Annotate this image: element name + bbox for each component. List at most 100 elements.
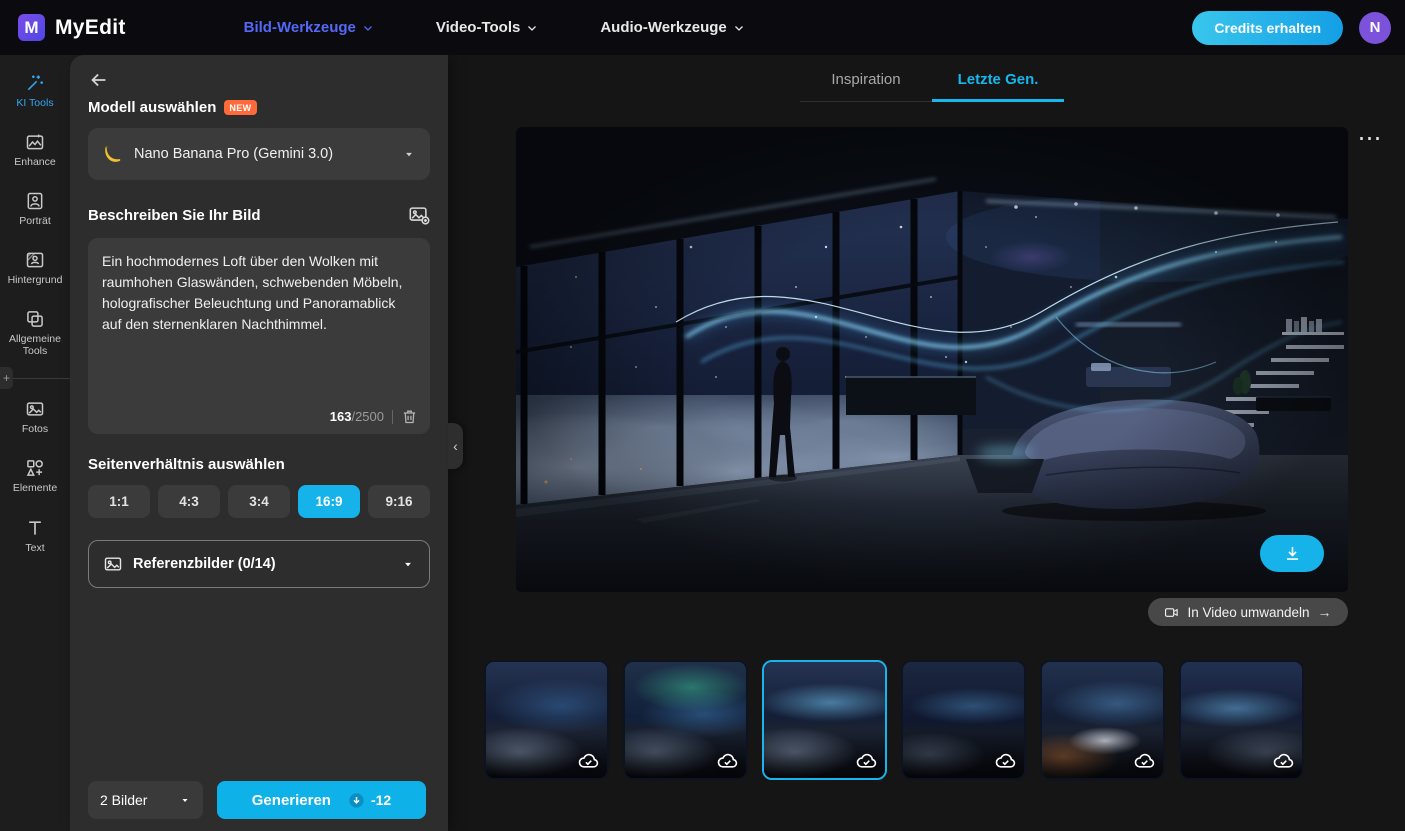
aspect-section-title: Seitenverhältnis auswählen [88, 456, 285, 473]
aspect-4-3[interactable]: 4:3 [158, 485, 220, 518]
download-icon [1286, 547, 1298, 560]
counter-divider [392, 409, 393, 424]
chevron-down-icon [528, 25, 537, 31]
aspect-ratio-group: 1:1 4:3 3:4 16:9 9:16 [88, 485, 430, 518]
aspect-1-1[interactable]: 1:1 [88, 485, 150, 518]
model-section-title: Modell auswählen [88, 99, 217, 116]
main-menu: Bild-Werkzeuge Video-Tools Audio-Werkzeu… [244, 19, 745, 36]
rail-item-portraet[interactable]: Porträt [2, 183, 68, 235]
trash-icon[interactable] [401, 408, 418, 425]
app-window: M MyEdit Bild-Werkzeuge Video-Tools Audi… [0, 0, 1405, 831]
rail-item-label: Porträt [19, 215, 51, 228]
generated-image-preview[interactable] [516, 127, 1348, 592]
char-max: /2500 [351, 409, 384, 424]
arrow-left-icon [91, 73, 106, 87]
background-icon [26, 252, 44, 268]
myedit-logo-icon: M [18, 14, 45, 41]
portrait-icon [27, 192, 43, 210]
get-credits-button[interactable]: Credits erhalten [1192, 10, 1343, 45]
rail-item-label: Fotos [21, 423, 49, 436]
panel-collapse-handle[interactable]: ‹ [448, 423, 463, 469]
cloud-download-icon[interactable] [994, 750, 1017, 773]
cloud-download-icon[interactable] [855, 750, 878, 773]
cloud-download-icon[interactable] [1272, 750, 1295, 773]
banana-icon [105, 146, 121, 162]
aspect-9-16[interactable]: 9:16 [368, 485, 430, 518]
rail-item-label: Enhance [14, 156, 56, 169]
image-prompt-icon[interactable] [408, 204, 430, 226]
rail-item-elemente[interactable]: Elemente [2, 450, 68, 502]
credit-coin-icon [349, 792, 364, 808]
rail-item-hintergrund[interactable]: Hintergrund [2, 242, 68, 294]
rail-item-label: Elemente [12, 482, 58, 495]
panel-bottom-bar: 2 Bilder Generieren -12 [88, 781, 426, 819]
add-tool-button[interactable]: + [0, 367, 13, 390]
menu-label: Audio-Werkzeuge [600, 19, 727, 36]
rail-item-text[interactable]: Text [2, 510, 68, 562]
more-options-button[interactable]: ⋯ [1353, 127, 1387, 155]
prompt-input[interactable]: Ein hochmodernes Loft über den Wolken mi… [88, 238, 430, 390]
rail-item-label: Hintergrund [7, 274, 63, 287]
chevron-down-icon [734, 25, 743, 31]
rail-item-label: KI Tools [16, 97, 54, 109]
result-tabs: Inspiration Letzte Gen. [800, 55, 1064, 102]
user-avatar[interactable]: N [1359, 11, 1391, 44]
rail-item-ki-tools[interactable]: KI Tools [2, 65, 68, 117]
generation-thumbnail-4[interactable] [901, 660, 1026, 780]
cloud-download-icon[interactable] [1133, 750, 1156, 773]
elements-icon [26, 460, 43, 477]
back-button[interactable] [88, 67, 114, 93]
cloud-download-icon[interactable] [716, 750, 739, 773]
char-count: 163 [329, 409, 352, 424]
magic-wand-icon [27, 75, 43, 91]
menu-video-tools[interactable]: Video-Tools [436, 19, 538, 36]
menu-audio-werkzeuge[interactable]: Audio-Werkzeuge [600, 19, 744, 36]
generation-thumbnail-6[interactable] [1179, 660, 1304, 780]
generation-thumbnails [484, 660, 1304, 780]
menu-bild-werkzeuge[interactable]: Bild-Werkzeuge [244, 19, 374, 36]
generate-label: Generieren [251, 791, 331, 809]
enhance-image-icon [26, 133, 44, 150]
main-content: Inspiration Letzte Gen. ⋯ In Video umwan… [448, 55, 1405, 831]
model-select[interactable]: Nano Banana Pro (Gemini 3.0) [88, 128, 430, 180]
chevron-down-icon [182, 799, 188, 802]
convert-to-video-button[interactable]: In Video umwandeln → [1148, 598, 1348, 626]
reference-images-dropdown[interactable]: Referenzbilder (0/14) [88, 540, 430, 588]
general-tools-icon [27, 311, 43, 328]
generation-panel: Modell auswählen NEW Nano Banana Pro (Ge… [70, 55, 448, 831]
top-navbar: M MyEdit Bild-Werkzeuge Video-Tools Audi… [0, 0, 1405, 55]
download-image-button[interactable] [1260, 535, 1324, 572]
rail-divider: + [0, 367, 70, 390]
generation-thumbnail-5[interactable] [1040, 660, 1165, 780]
tab-inspiration[interactable]: Inspiration [800, 55, 932, 102]
chevron-down-icon [406, 152, 412, 157]
model-name: Nano Banana Pro (Gemini 3.0) [134, 146, 334, 162]
rail-item-enhance[interactable]: Enhance [2, 124, 68, 176]
cloud-download-icon[interactable] [577, 750, 600, 773]
rail-item-label: Allgemeine Tools [9, 333, 61, 358]
chevron-down-icon [363, 25, 372, 31]
describe-section-title: Beschreiben Sie Ihr Bild [88, 206, 261, 224]
text-icon [29, 520, 41, 535]
reference-images-label: Referenzbilder (0/14) [133, 556, 276, 572]
rail-item-label: Text [25, 541, 45, 554]
myedit-logo[interactable]: M MyEdit [18, 14, 126, 41]
tab-letzte-gen[interactable]: Letzte Gen. [932, 55, 1064, 102]
generation-thumbnail-1[interactable] [484, 660, 609, 780]
video-icon [1165, 607, 1179, 617]
generation-thumbnail-3-selected[interactable] [762, 660, 887, 780]
tool-rail: KI Tools Enhance Porträt Hintergrund All… [0, 55, 70, 831]
generate-button[interactable]: Generieren -12 [217, 781, 426, 819]
char-counter: 163 /2500 [330, 408, 418, 425]
aspect-3-4[interactable]: 3:4 [228, 485, 290, 518]
convert-label: In Video umwandeln [1187, 604, 1310, 620]
batch-count-select[interactable]: 2 Bilder [88, 781, 203, 819]
rail-item-allgemeine-tools[interactable]: Allgemeine Tools [2, 301, 68, 365]
rail-item-fotos[interactable]: Fotos [2, 391, 68, 443]
generation-thumbnail-2[interactable] [623, 660, 748, 780]
menu-label: Bild-Werkzeuge [243, 19, 356, 36]
aspect-16-9[interactable]: 16:9 [298, 485, 360, 518]
arrow-right-icon: → [1317, 604, 1332, 620]
myedit-logo-text: MyEdit [55, 15, 126, 39]
credit-cost-value: -12 [370, 792, 392, 808]
